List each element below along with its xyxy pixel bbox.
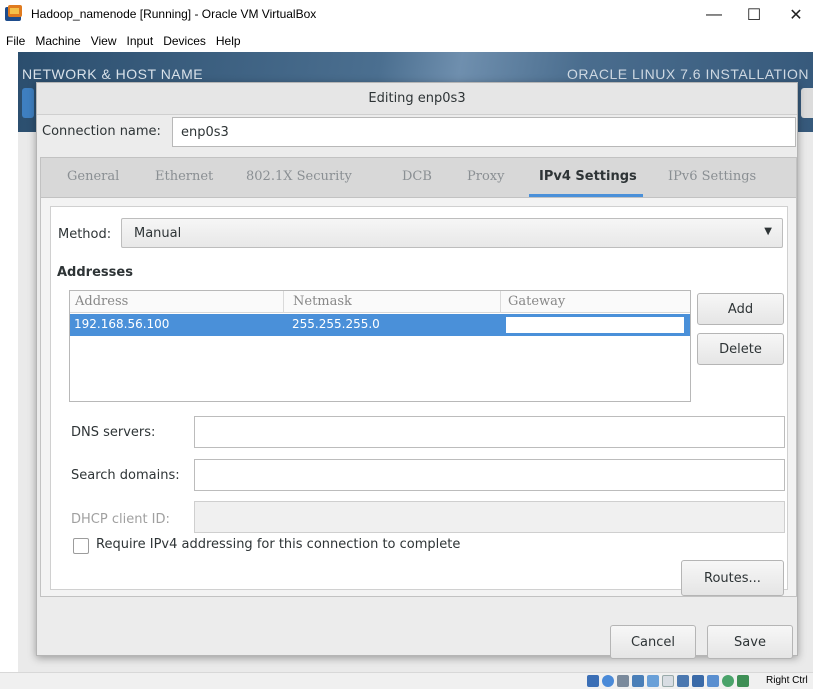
optical-drive-icon[interactable]	[602, 675, 614, 687]
menu-view[interactable]: View	[91, 34, 117, 48]
menu-input[interactable]: Input	[127, 34, 154, 48]
search-domains-input[interactable]	[194, 459, 785, 491]
host-menu-bar: File Machine View Input Devices Help	[0, 30, 813, 52]
tab-proxy[interactable]: Proxy	[467, 169, 504, 184]
ipv4-settings-page: Method: Manual ▼ Addresses Address Netma…	[50, 206, 788, 596]
minimize-button[interactable]: —	[700, 4, 728, 26]
add-address-button[interactable]: Add	[697, 293, 784, 325]
require-ipv4-label[interactable]: Require IPv4 addressing for this connect…	[96, 537, 460, 552]
netmask-cell[interactable]: 255.255.255.0	[292, 317, 380, 331]
mouse-integration-icon[interactable]	[722, 675, 734, 687]
menu-machine[interactable]: Machine	[35, 34, 80, 48]
active-tab-indicator	[529, 194, 643, 197]
tab-bar: General Ethernet 802.1X Security DCB Pro…	[41, 158, 796, 198]
menu-help[interactable]: Help	[216, 34, 241, 48]
address-cell[interactable]: 192.168.56.100	[74, 317, 169, 331]
tab-ipv6-settings[interactable]: IPv6 Settings	[668, 169, 756, 184]
gateway-input[interactable]	[504, 315, 686, 335]
dns-servers-input[interactable]	[194, 416, 785, 448]
method-label: Method:	[58, 227, 112, 242]
save-button[interactable]: Save	[707, 625, 793, 659]
method-dropdown[interactable]: Manual ▼	[121, 218, 783, 248]
window-title: Hadoop_namenode [Running] - Oracle VM Vi…	[31, 7, 317, 21]
dns-servers-label: DNS servers:	[71, 425, 156, 440]
close-button[interactable]: ✕	[782, 4, 810, 26]
cancel-button[interactable]: Cancel	[610, 625, 696, 659]
tab-ethernet[interactable]: Ethernet	[155, 169, 213, 184]
maximize-button[interactable]: ☐	[740, 4, 768, 26]
installer-product-title: ORACLE LINUX 7.6 INSTALLATION	[567, 66, 809, 82]
installer-side-button[interactable]	[801, 88, 813, 118]
connection-name-label: Connection name:	[42, 124, 161, 139]
recording-icon[interactable]	[692, 675, 704, 687]
host-title-bar: Hadoop_namenode [Running] - Oracle VM Vi…	[0, 0, 813, 30]
usb-icon[interactable]	[647, 675, 659, 687]
column-gateway[interactable]: Gateway	[508, 294, 565, 309]
require-ipv4-checkbox[interactable]	[73, 538, 89, 554]
column-divider	[283, 291, 284, 313]
tab-dcb[interactable]: DCB	[402, 169, 432, 184]
table-header: Address Netmask Gateway	[70, 291, 690, 313]
table-row[interactable]: 192.168.56.100 255.255.255.0	[70, 314, 690, 336]
column-divider	[500, 291, 501, 313]
cpu-icon[interactable]	[707, 675, 719, 687]
tab-802-1x-security[interactable]: 802.1X Security	[246, 169, 352, 184]
host-key-label: Right Ctrl	[766, 675, 808, 686]
column-netmask[interactable]: Netmask	[293, 294, 352, 309]
search-domains-label: Search domains:	[71, 468, 180, 483]
installer-done-button[interactable]	[22, 88, 34, 118]
dhcp-client-id-label: DHCP client ID:	[71, 512, 170, 527]
menu-file[interactable]: File	[6, 34, 25, 48]
keyboard-icon[interactable]	[737, 675, 749, 687]
host-status-bar: Right Ctrl	[0, 672, 813, 689]
connection-name-input[interactable]	[172, 117, 796, 147]
routes-button[interactable]: Routes...	[681, 560, 784, 596]
addresses-heading: Addresses	[57, 265, 133, 280]
menu-devices[interactable]: Devices	[163, 34, 206, 48]
dhcp-client-id-input	[194, 501, 785, 533]
column-address[interactable]: Address	[75, 294, 128, 309]
installer-section-title: NETWORK & HOST NAME	[22, 66, 204, 82]
audio-icon[interactable]	[617, 675, 629, 687]
dialog-title: Editing enp0s3	[37, 83, 797, 115]
settings-notebook: General Ethernet 802.1X Security DCB Pro…	[40, 157, 797, 597]
shared-folder-icon[interactable]	[662, 675, 674, 687]
delete-address-button[interactable]: Delete	[697, 333, 784, 365]
addresses-table: Address Netmask Gateway 192.168.56.100 2…	[69, 290, 691, 402]
tab-general[interactable]: General	[67, 169, 119, 184]
network-icon[interactable]	[632, 675, 644, 687]
chevron-down-icon: ▼	[764, 226, 772, 237]
method-selected-value: Manual	[134, 226, 182, 241]
hard-disk-icon[interactable]	[587, 675, 599, 687]
display-icon[interactable]	[677, 675, 689, 687]
virtualbox-icon	[3, 4, 25, 24]
tab-ipv4-settings[interactable]: IPv4 Settings	[539, 169, 637, 184]
edit-connection-dialog: Editing enp0s3 Connection name: General …	[36, 82, 798, 659]
